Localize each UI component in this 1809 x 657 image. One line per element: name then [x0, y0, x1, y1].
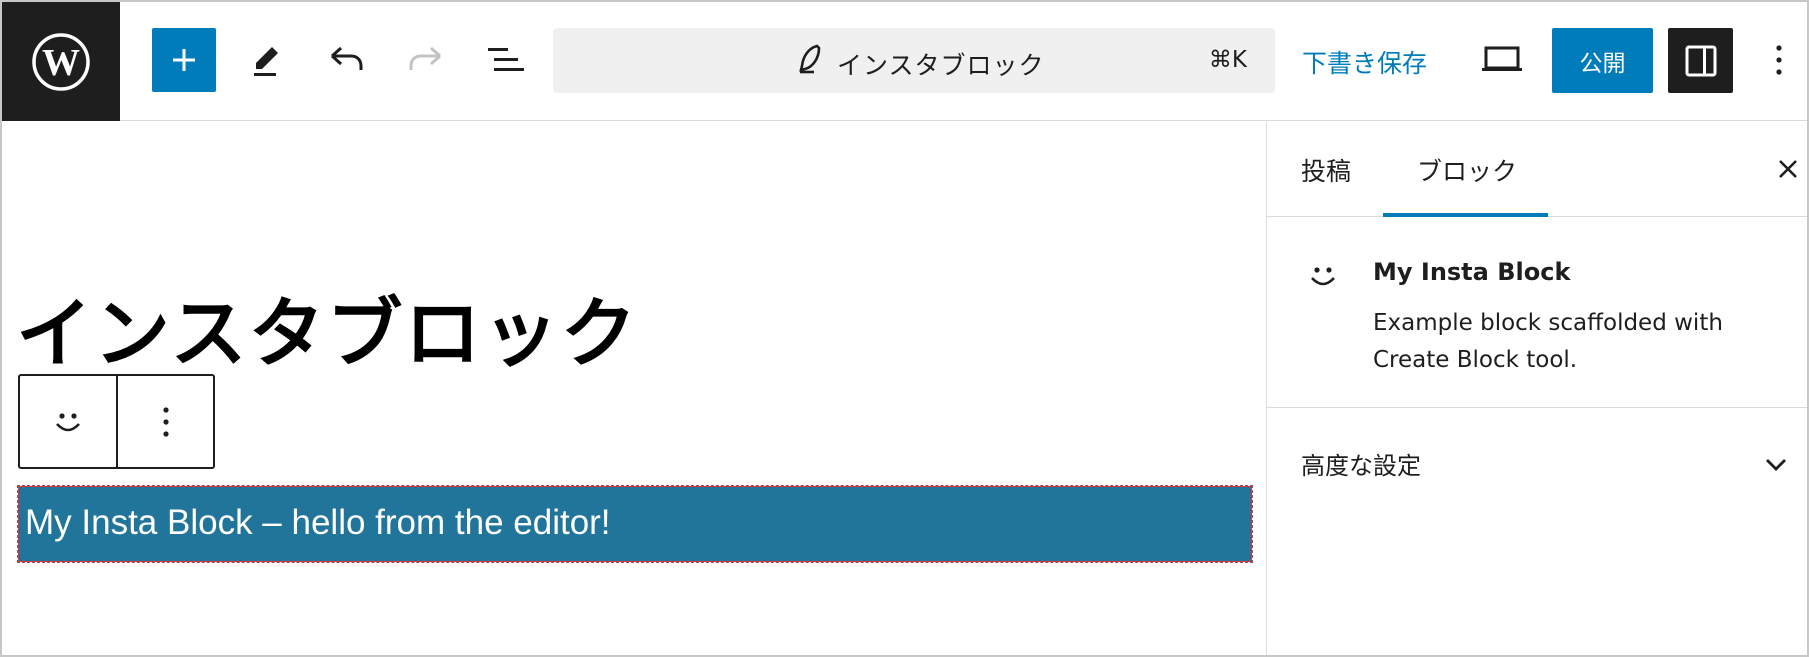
preview-button[interactable]	[1480, 40, 1524, 80]
command-palette-bar[interactable]: インスタブロック ⌘K	[553, 28, 1275, 93]
advanced-settings-panel[interactable]: 高度な設定	[1267, 409, 1807, 513]
close-icon	[1779, 160, 1797, 178]
editor-window: W インスタブロック ⌘K 下書き保存 公開 インスタブロック My Insta…	[0, 0, 1809, 657]
publish-button[interactable]: 公開	[1552, 28, 1653, 93]
list-view-icon	[488, 48, 524, 71]
undo-button[interactable]	[324, 38, 368, 82]
tab-post[interactable]: 投稿	[1301, 152, 1351, 188]
settings-toggle-button[interactable]	[1668, 28, 1733, 93]
block-card: My Insta Block Example block scaffolded …	[1267, 218, 1807, 408]
smiley-icon	[56, 412, 80, 431]
feather-icon	[799, 44, 821, 74]
post-title[interactable]: インスタブロック	[16, 272, 638, 382]
block-toolbar	[18, 374, 215, 469]
block-inserter-button[interactable]	[152, 28, 216, 92]
wordpress-logo[interactable]: W	[2, 2, 120, 121]
svg-text:W: W	[42, 42, 80, 84]
document-overview-button[interactable]	[484, 38, 528, 82]
redo-icon	[409, 46, 441, 70]
tools-button[interactable]	[244, 38, 288, 82]
advanced-settings-label: 高度な設定	[1301, 452, 1421, 480]
block-card-description: Example block scaffolded with Create Blo…	[1373, 310, 1723, 373]
tab-block[interactable]: ブロック	[1417, 152, 1517, 188]
settings-sidebar: 投稿 ブロック My Insta Block Example block sca…	[1266, 122, 1807, 655]
pencil-icon	[254, 47, 278, 76]
insta-block[interactable]: My Insta Block – hello from the editor!	[17, 485, 1253, 563]
block-card-title: My Insta Block	[1373, 258, 1571, 286]
undo-icon	[331, 46, 363, 70]
command-bar-title: インスタブロック	[837, 51, 1045, 80]
editor-header: W インスタブロック ⌘K 下書き保存 公開	[2, 2, 1807, 121]
save-draft-button[interactable]: 下書き保存	[1302, 44, 1427, 80]
active-tab-indicator	[1383, 213, 1548, 217]
laptop-icon	[1482, 46, 1522, 71]
more-vertical-icon	[1776, 45, 1782, 75]
chevron-down-icon	[1766, 459, 1786, 471]
sidebar-tabs: 投稿 ブロック	[1267, 122, 1807, 217]
command-bar-shortcut: ⌘K	[1208, 47, 1247, 73]
options-menu-button[interactable]	[1764, 38, 1794, 82]
redo-button[interactable]	[404, 38, 448, 82]
plus-icon	[173, 49, 195, 71]
editor-canvas: インスタブロック My Insta Block – hello from the…	[2, 122, 1266, 655]
close-sidebar-button[interactable]	[1773, 154, 1803, 184]
block-options-button[interactable]	[118, 376, 213, 467]
smiley-icon	[1311, 267, 1335, 286]
more-vertical-icon	[162, 406, 169, 437]
sidebar-icon	[1685, 45, 1716, 76]
block-type-button[interactable]	[20, 376, 118, 467]
